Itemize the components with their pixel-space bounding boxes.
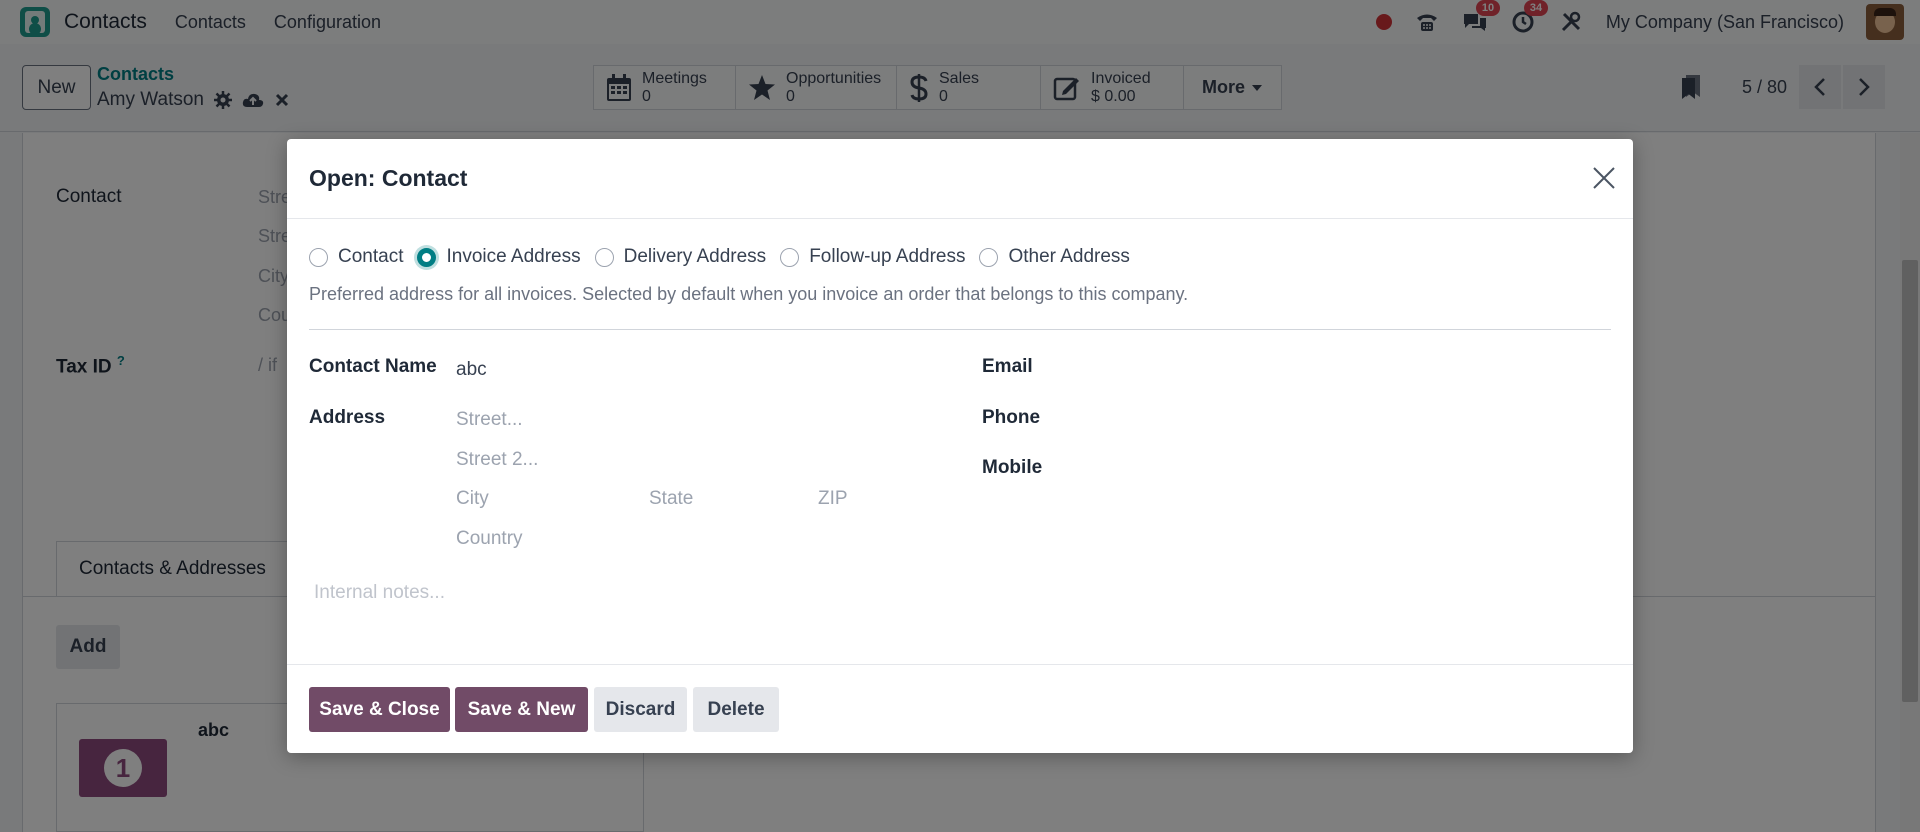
phone-label: Phone	[982, 407, 1041, 428]
state-select[interactable]: State	[649, 488, 693, 510]
address-type-help-text: Preferred address for all invoices. Sele…	[309, 284, 1189, 304]
radio-button[interactable]	[594, 247, 614, 267]
radio-other-address[interactable]: Other Address	[979, 246, 1130, 268]
radio-delivery-address[interactable]: Delivery Address	[594, 246, 767, 268]
country-select[interactable]: Country	[456, 528, 523, 550]
street-input[interactable]: Street...	[456, 409, 523, 431]
contact-name-label: Contact Name	[309, 356, 437, 377]
radio-button[interactable]	[780, 247, 800, 267]
radio-label: Delivery Address	[623, 246, 767, 267]
radio-button[interactable]	[979, 247, 999, 267]
address-type-radio-group: Contact Invoice Address Delivery Address…	[309, 246, 1144, 268]
mobile-label: Mobile	[982, 457, 1043, 478]
radio-label: Contact	[338, 246, 404, 267]
city-input[interactable]: City	[456, 488, 489, 510]
radio-button-checked[interactable]	[417, 247, 437, 267]
contact-name-input[interactable]: abc	[456, 359, 487, 381]
discard-button[interactable]: Discard	[594, 687, 687, 732]
zip-input[interactable]: ZIP	[818, 488, 848, 510]
address-label: Address	[309, 407, 386, 428]
internal-notes-input[interactable]: Internal notes...	[314, 582, 445, 604]
radio-button[interactable]	[309, 247, 328, 267]
radio-label: Follow-up Address	[809, 246, 966, 267]
radio-follow-up-address[interactable]: Follow-up Address	[780, 246, 965, 268]
delete-button[interactable]: Delete	[693, 687, 779, 732]
save-close-button[interactable]: Save & Close	[309, 687, 450, 732]
dialog-footer: Save & Close Save & New Discard Delete	[287, 664, 1633, 753]
dialog-title: Open: Contact	[309, 165, 468, 191]
radio-label: Other Address	[1008, 246, 1130, 267]
dialog-header: Open: Contact	[287, 139, 1633, 219]
contact-dialog: Open: Contact Contact Invoice Address De…	[287, 139, 1633, 753]
save-new-button[interactable]: Save & New	[455, 687, 588, 732]
radio-contact[interactable]: Contact	[309, 246, 403, 268]
radio-label: Invoice Address	[446, 246, 581, 267]
email-label: Email	[982, 356, 1033, 377]
separator	[309, 329, 1611, 330]
close-icon[interactable]	[1591, 165, 1617, 191]
street2-input[interactable]: Street 2...	[456, 449, 538, 471]
radio-invoice-address[interactable]: Invoice Address	[417, 246, 581, 268]
